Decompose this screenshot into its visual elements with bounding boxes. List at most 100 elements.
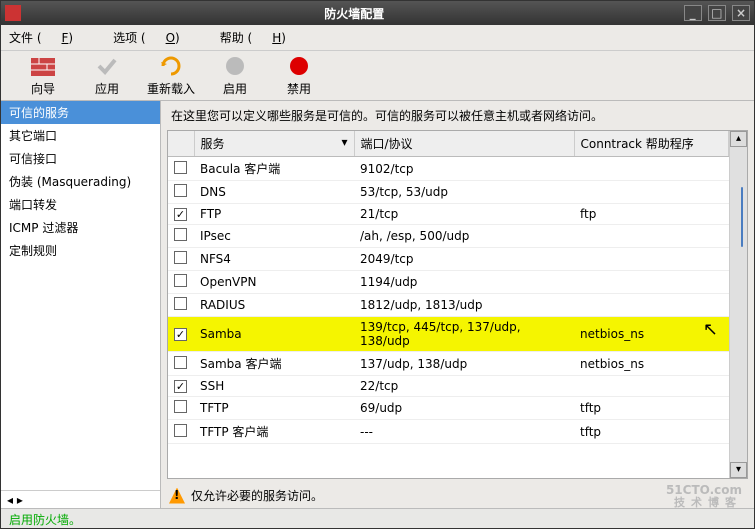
table-row[interactable]: TFTP69/udptftp xyxy=(168,397,729,420)
scroll-thumb[interactable] xyxy=(741,187,743,247)
row-checkbox[interactable] xyxy=(174,228,187,241)
row-checkbox[interactable] xyxy=(174,184,187,197)
service-cell: OpenVPN xyxy=(194,271,354,294)
col-service[interactable]: 服务 ▾ xyxy=(194,131,354,157)
warning-icon xyxy=(169,488,185,504)
sidebar-item[interactable]: 伪装 (Masquerading) xyxy=(1,170,160,193)
sidebar-item[interactable]: ICMP 过滤器 xyxy=(1,216,160,239)
service-cell: IPsec xyxy=(194,225,354,248)
helper-cell: tftp xyxy=(574,420,729,444)
menubar: 文件 (F) 选项 (O) 帮助 (H) xyxy=(1,25,754,51)
port-cell: 21/tcp xyxy=(354,204,574,225)
port-cell: 69/udp xyxy=(354,397,574,420)
row-checkbox[interactable]: ✓ xyxy=(174,380,187,393)
close-button[interactable]: × xyxy=(732,5,750,21)
disable-button[interactable]: 禁用 xyxy=(267,54,331,97)
table-row[interactable]: Bacula 客户端9102/tcp xyxy=(168,157,729,181)
port-cell: 1194/udp xyxy=(354,271,574,294)
helper-cell xyxy=(574,376,729,397)
wizard-button[interactable]: 向导 xyxy=(11,54,75,97)
service-cell: TFTP xyxy=(194,397,354,420)
scroll-down[interactable]: ▾ xyxy=(730,462,747,478)
col-conntrack[interactable]: Conntrack 帮助程序 xyxy=(574,131,729,157)
service-cell: DNS xyxy=(194,181,354,204)
port-cell: 139/tcp, 445/tcp, 137/udp, 138/udp xyxy=(354,317,574,352)
check-icon xyxy=(95,54,119,78)
maximize-button[interactable]: □ xyxy=(708,5,726,21)
services-table-wrap: 服务 ▾ 端口/协议 Conntrack 帮助程序 Bacula 客户端9102… xyxy=(167,130,748,479)
col-check[interactable] xyxy=(168,131,194,157)
v-scrollbar[interactable]: ▴ ▾ xyxy=(729,131,747,478)
helper-cell xyxy=(574,294,729,317)
window-buttons: _ □ × xyxy=(682,5,750,21)
port-cell: 1812/udp, 1813/udp xyxy=(354,294,574,317)
table-row[interactable]: RADIUS1812/udp, 1813/udp xyxy=(168,294,729,317)
helper-cell: netbios_ns xyxy=(574,352,729,376)
row-checkbox[interactable] xyxy=(174,274,187,287)
sidebar-list: 可信的服务其它端口可信接口伪装 (Masquerading)端口转发ICMP 过… xyxy=(1,101,160,490)
menu-help[interactable]: 帮助 (H) xyxy=(220,29,306,46)
helper-cell xyxy=(574,157,729,181)
row-checkbox[interactable] xyxy=(174,424,187,437)
menu-options[interactable]: 选项 (O) xyxy=(113,29,200,46)
service-cell: Bacula 客户端 xyxy=(194,157,354,181)
sort-icon: ▾ xyxy=(341,135,347,149)
port-cell: 137/udp, 138/udp xyxy=(354,352,574,376)
gray-dot-icon xyxy=(223,54,247,78)
port-cell: 53/tcp, 53/udp xyxy=(354,181,574,204)
toolbar: 向导 应用 重新载入 启用 禁用 xyxy=(1,51,754,101)
menu-file[interactable]: 文件 (F) xyxy=(9,29,93,46)
sidebar-h-scroll[interactable]: ◂ ▸ xyxy=(1,490,160,508)
service-cell: Samba xyxy=(194,317,354,352)
scroll-up[interactable]: ▴ xyxy=(730,131,747,147)
row-checkbox[interactable] xyxy=(174,251,187,264)
app-icon xyxy=(5,5,21,21)
sidebar-item[interactable]: 端口转发 xyxy=(1,193,160,216)
row-checkbox[interactable] xyxy=(174,297,187,310)
panel-description: 在这里您可以定义哪些服务是可信的。可信的服务可以被任意主机或者网络访问。 xyxy=(161,101,754,130)
content-area: 可信的服务其它端口可信接口伪装 (Masquerading)端口转发ICMP 过… xyxy=(1,101,754,508)
helper-cell xyxy=(574,271,729,294)
col-port[interactable]: 端口/协议 xyxy=(354,131,574,157)
enable-button[interactable]: 启用 xyxy=(203,54,267,97)
service-cell: FTP xyxy=(194,204,354,225)
table-row[interactable]: IPsec/ah, /esp, 500/udp xyxy=(168,225,729,248)
sidebar-item[interactable]: 可信的服务 xyxy=(1,101,160,124)
row-checkbox[interactable] xyxy=(174,161,187,174)
service-cell: RADIUS xyxy=(194,294,354,317)
port-cell: --- xyxy=(354,420,574,444)
table-row[interactable]: ✓SSH22/tcp xyxy=(168,376,729,397)
helper-cell xyxy=(574,225,729,248)
row-checkbox[interactable] xyxy=(174,356,187,369)
note-text: 仅允许必要的服务访问。 xyxy=(191,487,323,504)
helper-cell xyxy=(574,181,729,204)
sidebar-item[interactable]: 定制规则 xyxy=(1,239,160,262)
helper-cell: netbios_ns xyxy=(574,317,729,352)
service-cell: TFTP 客户端 xyxy=(194,420,354,444)
apply-button[interactable]: 应用 xyxy=(75,54,139,97)
statusbar: 启用防火墙。 xyxy=(1,508,754,528)
port-cell: 22/tcp xyxy=(354,376,574,397)
sidebar-item[interactable]: 其它端口 xyxy=(1,124,160,147)
table-row[interactable]: Samba 客户端137/udp, 138/udpnetbios_ns xyxy=(168,352,729,376)
reload-button[interactable]: 重新载入 xyxy=(139,54,203,97)
table-row[interactable]: ✓ Samba139/tcp, 445/tcp, 137/udp, 138/udp… xyxy=(168,317,729,352)
window-title: 防火墙配置 xyxy=(27,5,682,22)
sidebar-item[interactable]: 可信接口 xyxy=(1,147,160,170)
table-row[interactable]: NFS42049/tcp xyxy=(168,248,729,271)
table-row[interactable]: TFTP 客户端---tftp xyxy=(168,420,729,444)
row-checkbox[interactable] xyxy=(174,400,187,413)
port-cell: 9102/tcp xyxy=(354,157,574,181)
main-panel: 在这里您可以定义哪些服务是可信的。可信的服务可以被任意主机或者网络访问。 服务 … xyxy=(161,101,754,508)
note-row: 仅允许必要的服务访问。 xyxy=(161,483,754,508)
table-row[interactable]: ✓FTP21/tcpftp xyxy=(168,204,729,225)
table-row[interactable]: OpenVPN1194/udp xyxy=(168,271,729,294)
red-dot-icon xyxy=(287,54,311,78)
row-checkbox[interactable]: ✓ xyxy=(174,328,187,341)
service-cell: Samba 客户端 xyxy=(194,352,354,376)
wall-icon xyxy=(31,54,55,78)
row-checkbox[interactable]: ✓ xyxy=(174,208,187,221)
helper-cell: tftp xyxy=(574,397,729,420)
table-row[interactable]: DNS53/tcp, 53/udp xyxy=(168,181,729,204)
minimize-button[interactable]: _ xyxy=(684,5,702,21)
